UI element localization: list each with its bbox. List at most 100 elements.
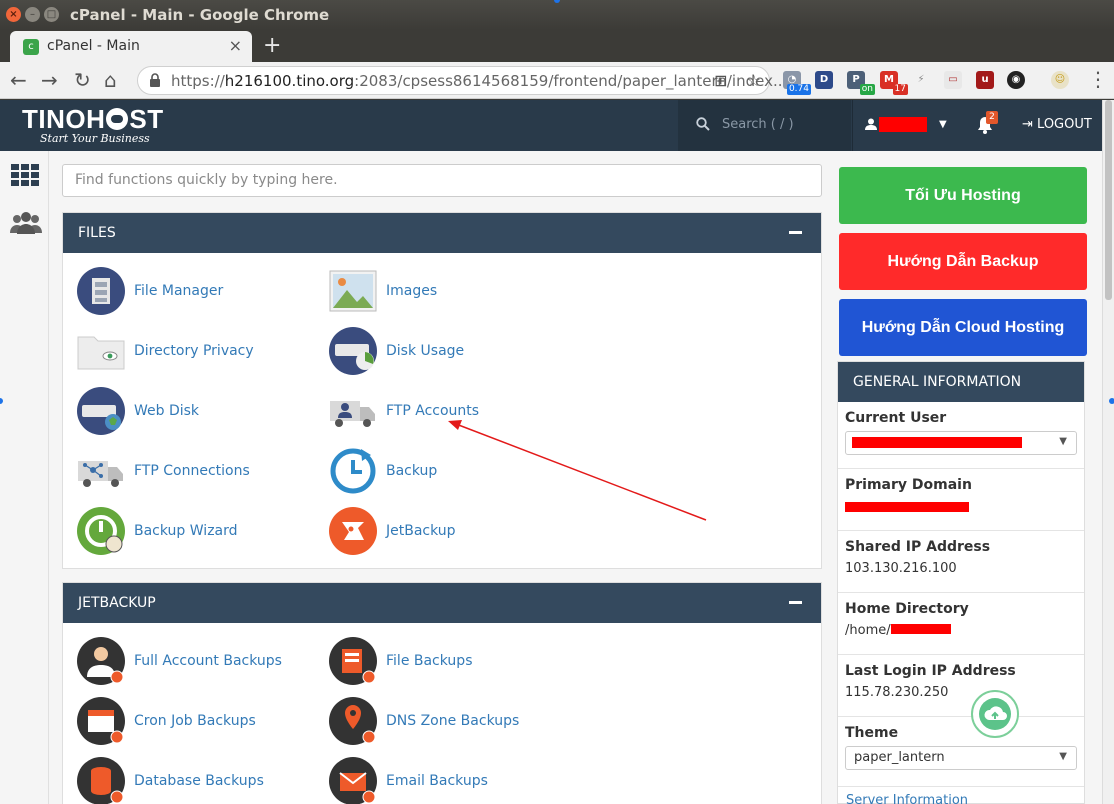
- email-backups-link[interactable]: Email Backups: [329, 757, 488, 804]
- theme-select[interactable]: paper_lantern ▼: [845, 746, 1077, 770]
- current-user-select[interactable]: ▼: [845, 431, 1077, 455]
- toi-uu-hosting-button[interactable]: Tối Ưu Hosting: [839, 167, 1087, 224]
- dropdown-caret-icon: ▼: [1059, 436, 1067, 447]
- window-maximize-button[interactable]: □: [44, 7, 59, 22]
- cpanel-favicon-icon: c: [23, 39, 39, 55]
- dropdown-caret-icon: ▼: [1059, 751, 1067, 762]
- jetbackup-icon: [329, 507, 377, 555]
- url-text: https://h216100.tino.org:2083/cpsess8614…: [171, 72, 788, 90]
- full-account-backups-icon: [77, 637, 125, 685]
- ublock-icon[interactable]: u: [976, 71, 994, 89]
- user-menu[interactable]: ▼: [852, 100, 960, 151]
- email-backups-icon: [329, 757, 377, 804]
- dns-zone-backups-link[interactable]: DNS Zone Backups: [329, 697, 519, 745]
- logo-cloud-icon: [106, 108, 129, 130]
- cloud-upload-icon: [984, 706, 1007, 720]
- disk-usage-link[interactable]: Disk Usage: [329, 327, 464, 375]
- primary-domain-redacted: [845, 502, 969, 512]
- cron-job-backups-icon: [77, 697, 125, 745]
- jetbackup-panel: JETBACKUP Full Account Backups File Back…: [62, 582, 822, 804]
- file-backups-icon: [329, 637, 377, 685]
- tinohost-logo[interactable]: TINOH ST Start Your Business: [22, 104, 164, 145]
- translate-icon[interactable]: ⊞: [714, 71, 727, 90]
- directory-privacy-link[interactable]: Directory Privacy: [77, 327, 254, 375]
- home-directory-value: /home/: [845, 623, 1077, 638]
- browser-toolbar: ← → ↻ ⌂ https://h216100.tino.org:2083/cp…: [0, 62, 1114, 99]
- shared-ip-row: Shared IP Address 103.130.216.100: [838, 531, 1084, 593]
- ftp-connections-icon: [78, 461, 123, 487]
- ftp-accounts-link[interactable]: FTP Accounts: [329, 387, 479, 435]
- gmail-icon[interactable]: M 17: [880, 71, 908, 95]
- window-titlebar: × – □ cPanel - Main - Google Chrome: [0, 0, 1114, 30]
- current-user-redacted: [852, 437, 1022, 448]
- quick-search-input[interactable]: Find functions quickly by typing here.: [62, 164, 822, 197]
- window-close-button[interactable]: ×: [6, 7, 21, 22]
- images-link[interactable]: Images: [329, 267, 437, 315]
- backup-link[interactable]: Backup: [329, 447, 437, 495]
- extension-cast-icon[interactable]: ▭: [944, 71, 962, 89]
- jetbackup-link[interactable]: JetBackup: [329, 507, 456, 555]
- extension-p-icon[interactable]: Pon: [847, 71, 875, 95]
- header-search[interactable]: Search ( / ): [678, 100, 851, 151]
- server-information-link[interactable]: Server Information: [846, 793, 968, 804]
- reload-icon[interactable]: ↻: [74, 68, 91, 92]
- images-icon: [329, 270, 377, 312]
- cpanel-header: TINOH ST Start Your Business Search ( / )…: [0, 100, 1102, 151]
- floating-cloud-button[interactable]: [971, 690, 1019, 738]
- logout-button[interactable]: ⇥ LOGOUT: [1022, 117, 1092, 132]
- tab-title: cPanel - Main: [47, 38, 140, 54]
- search-icon: [696, 117, 710, 131]
- omnibox-actions: ⊞ ☆: [714, 71, 761, 90]
- backup-wizard-icon: [77, 507, 125, 555]
- window-handle[interactable]: [1109, 398, 1114, 404]
- lock-icon: [150, 73, 160, 87]
- huong-dan-cloud-hosting-button[interactable]: Hướng Dẫn Cloud Hosting: [839, 299, 1087, 356]
- logout-icon: ⇥: [1022, 117, 1033, 132]
- tab-close-icon[interactable]: ×: [229, 36, 242, 55]
- browser-tab[interactable]: c cPanel - Main ×: [10, 31, 252, 62]
- huong-dan-backup-button[interactable]: Hướng Dẫn Backup: [839, 233, 1087, 290]
- files-panel: FILES File Manager Images Directory Priv…: [62, 212, 822, 569]
- extension-d-icon[interactable]: D: [815, 71, 833, 89]
- dns-zone-backups-icon: [329, 697, 377, 745]
- username-redacted: [879, 117, 927, 132]
- full-account-backups-link[interactable]: Full Account Backups: [77, 637, 282, 685]
- database-backups-link[interactable]: Database Backups: [77, 757, 264, 804]
- extension-bolt-icon[interactable]: ⚡: [912, 71, 930, 89]
- user-icon: [865, 118, 877, 130]
- home-icon[interactable]: ⌂: [104, 68, 117, 92]
- extension-color-icon[interactable]: ◉: [1007, 71, 1025, 89]
- new-tab-button[interactable]: +: [263, 33, 281, 58]
- left-sidebar: [0, 151, 49, 804]
- bookmark-star-icon[interactable]: ☆: [747, 71, 761, 90]
- window-minimize-button[interactable]: –: [25, 7, 40, 22]
- collapse-icon[interactable]: [789, 601, 802, 604]
- profile-avatar-icon[interactable]: ☺: [1051, 71, 1069, 89]
- page-scrollbar[interactable]: [1102, 100, 1114, 804]
- chrome-menu-icon[interactable]: ⋮: [1088, 67, 1108, 91]
- file-manager-link[interactable]: File Manager: [77, 267, 223, 315]
- home-grid-icon[interactable]: [11, 164, 39, 188]
- users-icon[interactable]: [8, 211, 44, 235]
- current-user-row: Current User ▼: [838, 402, 1084, 469]
- forward-icon[interactable]: →: [41, 68, 58, 92]
- collapse-icon[interactable]: [789, 231, 802, 234]
- scrollbar-thumb[interactable]: [1105, 100, 1112, 300]
- ftp-connections-link[interactable]: FTP Connections: [77, 447, 250, 495]
- files-panel-header[interactable]: FILES: [63, 213, 821, 253]
- disk-usage-icon: [329, 327, 377, 375]
- extension-speedometer-icon[interactable]: ◔ 0.74: [783, 71, 811, 95]
- jetbackup-panel-header[interactable]: JETBACKUP: [63, 583, 821, 623]
- backup-wizard-link[interactable]: Backup Wizard: [77, 507, 238, 555]
- address-bar[interactable]: https://h216100.tino.org:2083/cpsess8614…: [137, 66, 787, 95]
- home-directory-row: Home Directory /home/: [838, 593, 1084, 655]
- cron-job-backups-link[interactable]: Cron Job Backups: [77, 697, 256, 745]
- user-menu-caret-icon: ▼: [939, 119, 947, 130]
- tab-strip: c cPanel - Main × +: [0, 30, 1114, 62]
- notification-count-badge: 2: [986, 111, 998, 124]
- web-disk-link[interactable]: Web Disk: [77, 387, 199, 435]
- file-manager-icon: [77, 267, 125, 315]
- back-icon[interactable]: ←: [10, 68, 27, 92]
- folder-privacy-icon: [77, 336, 125, 370]
- file-backups-link[interactable]: File Backups: [329, 637, 473, 685]
